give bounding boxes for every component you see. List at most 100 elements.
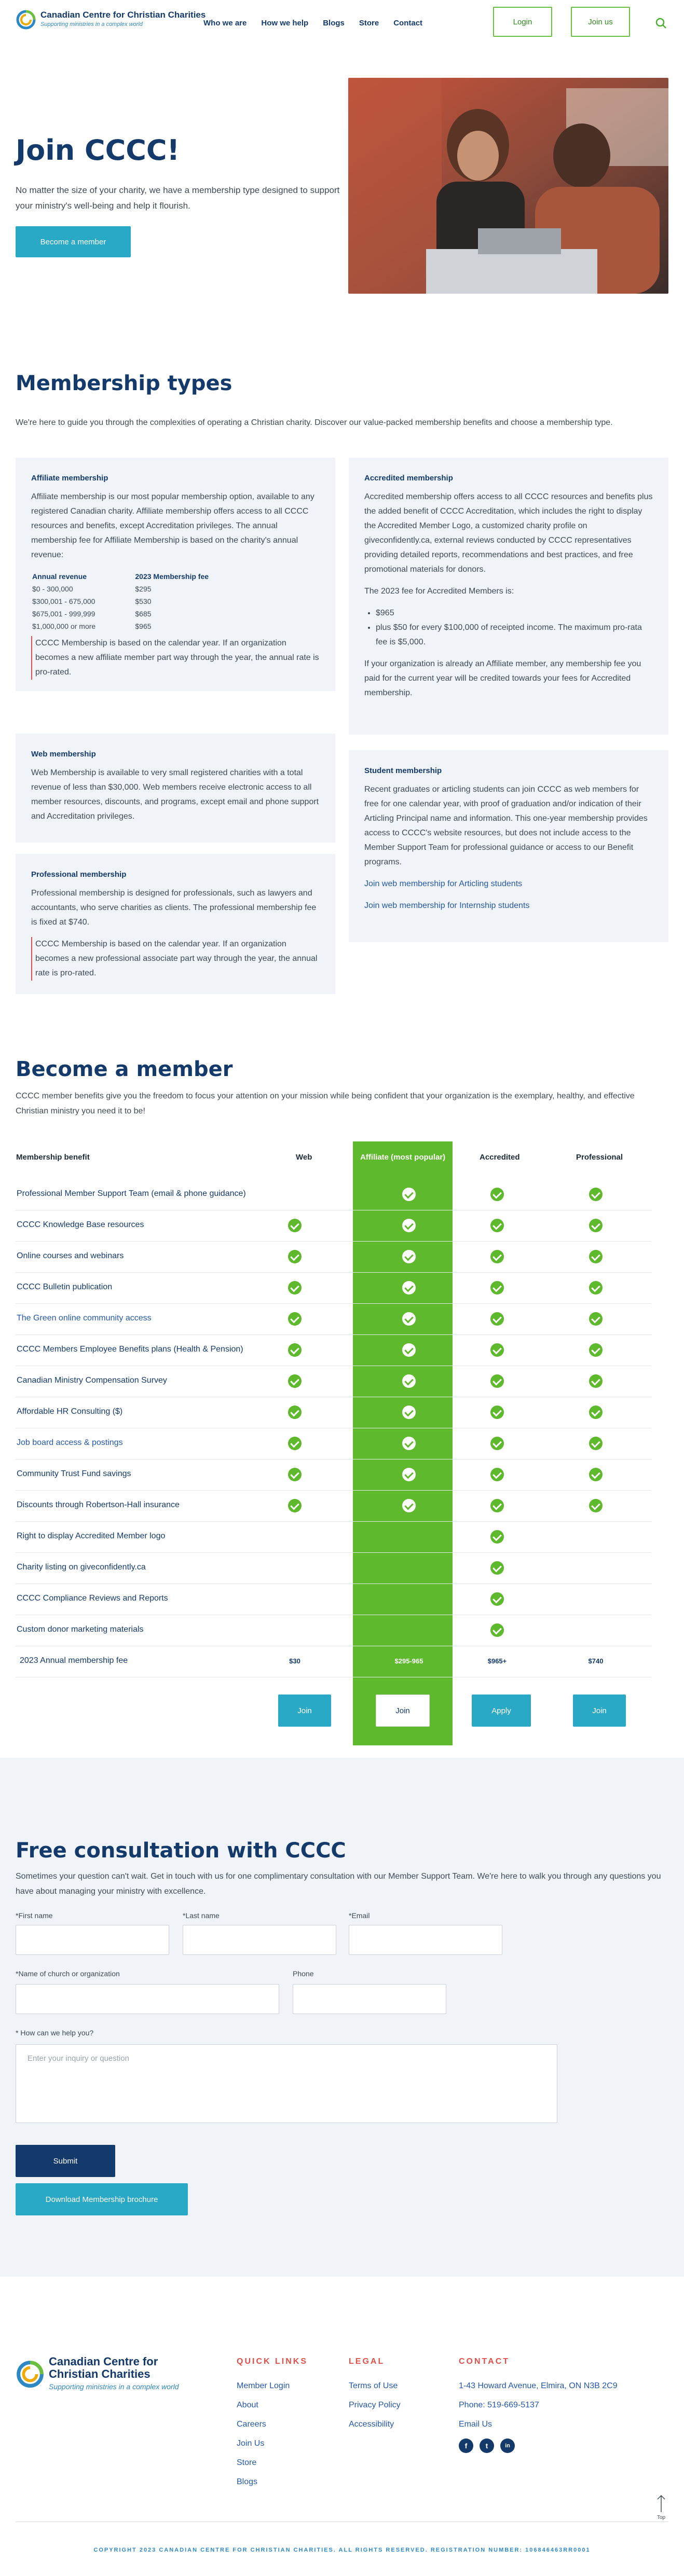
check-icon xyxy=(490,1219,504,1232)
benefit-label: CCCC Compliance Reviews and Reports xyxy=(17,1594,168,1603)
footer-link-accessibility[interactable]: Accessibility xyxy=(349,2415,401,2434)
join-professional-button[interactable]: Join xyxy=(573,1695,626,1727)
check-icon xyxy=(402,1468,416,1481)
linkedin-icon[interactable]: in xyxy=(500,2439,515,2453)
arrow-up-icon xyxy=(657,2495,665,2512)
affiliate-note: CCCC Membership is based on the calendar… xyxy=(31,636,320,680)
check-icon xyxy=(288,1468,302,1481)
affiliate-text: Affiliate membership is our most popular… xyxy=(31,492,314,559)
table-row: $675,001 - 999,999 $685 xyxy=(32,610,152,618)
join-web-button[interactable]: Join xyxy=(278,1695,331,1727)
quick-links: Member Login About Careers Join Us Store… xyxy=(237,2376,290,2491)
footer-email-link[interactable]: Email Us xyxy=(459,2415,618,2434)
professional-text: Professional membership is designed for … xyxy=(31,889,317,927)
fee-col-revenue: Annual revenue xyxy=(32,572,87,581)
benefit-label[interactable]: Job board access & postings xyxy=(17,1438,123,1448)
professional-card: Professional membership Professional mem… xyxy=(16,854,335,994)
phone-input[interactable] xyxy=(293,1984,446,2014)
join-us-button[interactable]: Join us xyxy=(571,7,630,37)
site-header: Canadian Centre for Christian Charities … xyxy=(0,0,684,46)
nav-how-we-help[interactable]: How we help xyxy=(261,19,308,27)
accredited-note: If your organization is already an Affil… xyxy=(364,659,641,697)
footer-link-careers[interactable]: Careers xyxy=(237,2415,290,2434)
footer-link-privacy[interactable]: Privacy Policy xyxy=(349,2395,401,2415)
become-member-button[interactable]: Become a member xyxy=(16,226,131,257)
professional-note: CCCC Membership is based on the calendar… xyxy=(31,937,320,981)
email-field[interactable] xyxy=(349,1925,502,1955)
nav-who-we-are[interactable]: Who we are xyxy=(203,19,247,27)
hero-title: Join CCCC! xyxy=(16,134,180,167)
check-icon xyxy=(589,1437,603,1450)
inquiry-textarea[interactable]: Enter your inquiry or question xyxy=(16,2044,557,2123)
affiliate-card: Affiliate membership Affiliate membershi… xyxy=(16,458,335,691)
footer-logo[interactable]: Canadian Centre for Christian Charities S… xyxy=(16,2355,179,2393)
legal-links: Terms of Use Privacy Policy Accessibilit… xyxy=(349,2376,401,2434)
check-icon xyxy=(402,1312,416,1326)
facebook-icon[interactable]: f xyxy=(459,2439,473,2453)
become-member-lead: CCCC member benefits give you the freedo… xyxy=(16,1092,635,1115)
check-icon xyxy=(490,1623,504,1637)
col-header-benefit: Membership benefit xyxy=(16,1153,90,1162)
logo-name: Canadian Centre for Christian Charities xyxy=(40,10,206,20)
student-card: Student membership Recent graduates or a… xyxy=(349,750,668,942)
footer-link-about[interactable]: About xyxy=(237,2395,290,2415)
quick-links-heading: QUICK LINKS xyxy=(237,2357,308,2366)
check-icon xyxy=(402,1343,416,1357)
check-icon xyxy=(490,1499,504,1512)
footer-link-join-us[interactable]: Join Us xyxy=(237,2434,290,2453)
check-icon xyxy=(490,1374,504,1388)
benefit-label[interactable]: The Green online community access xyxy=(17,1314,152,1323)
check-icon xyxy=(402,1437,416,1450)
accredited-title: Accredited membership xyxy=(364,474,453,483)
church-label: *Name of church or organization xyxy=(16,1969,120,1978)
join-affiliate-button[interactable]: Join xyxy=(376,1695,430,1727)
benefit-label: Charity listing on giveconfidently.ca xyxy=(17,1563,146,1572)
nav-blogs[interactable]: Blogs xyxy=(323,19,345,27)
legal-heading: LEGAL xyxy=(349,2357,385,2366)
twitter-icon[interactable]: t xyxy=(480,2439,494,2453)
check-icon xyxy=(288,1312,302,1326)
submit-button[interactable]: Submit xyxy=(16,2145,115,2177)
benefit-label: CCCC Bulletin publication xyxy=(17,1283,113,1291)
footer-link-blogs[interactable]: Blogs xyxy=(237,2472,290,2491)
accredited-card: Accredited membership Accredited members… xyxy=(349,458,668,735)
download-brochure-button[interactable]: Download Membership brochure xyxy=(16,2183,188,2215)
footer-address: 1-43 Howard Avenue, Elmira, ON N3B 2C9 xyxy=(459,2381,618,2390)
check-icon xyxy=(589,1188,603,1201)
hero-text: No matter the size of your charity, we h… xyxy=(16,185,340,211)
benefit-label: Custom donor marketing materials xyxy=(17,1625,144,1634)
membership-types-title: Membership types xyxy=(16,371,232,395)
check-icon xyxy=(490,1188,504,1201)
nav-contact[interactable]: Contact xyxy=(393,19,422,27)
membership-types-lead: We're here to guide you through the comp… xyxy=(16,418,613,427)
internship-students-link[interactable]: Join web membership for Internship stude… xyxy=(364,899,653,913)
first-name-input[interactable] xyxy=(16,1925,169,1955)
benefit-label: Professional Member Support Team (email … xyxy=(17,1189,246,1198)
footer-phone[interactable]: Phone: 519-669-5137 xyxy=(459,2395,618,2415)
check-icon xyxy=(288,1406,302,1419)
student-text: Recent graduates or articling students c… xyxy=(364,785,648,866)
back-to-top[interactable]: Top xyxy=(655,2495,667,2520)
last-name-input[interactable] xyxy=(183,1925,336,1955)
footer-link-terms[interactable]: Terms of Use xyxy=(349,2376,401,2395)
check-icon xyxy=(490,1561,504,1575)
consultation-title: Free consultation with CCCC xyxy=(16,1839,346,1863)
check-icon xyxy=(402,1250,416,1263)
become-member-title: Become a member xyxy=(16,1057,233,1081)
church-input[interactable] xyxy=(16,1984,279,2014)
student-title: Student membership xyxy=(364,766,442,775)
table-row: Canadian Ministry Compensation Survey xyxy=(16,1366,651,1397)
apply-accredited-button[interactable]: Apply xyxy=(472,1695,531,1727)
articling-students-link[interactable]: Join web membership for Articling studen… xyxy=(364,877,653,891)
footer-link-store[interactable]: Store xyxy=(237,2453,290,2472)
table-row: Job board access & postings xyxy=(16,1428,651,1459)
table-row: Discounts through Robertson-Hall insuran… xyxy=(16,1490,651,1522)
benefit-label: Canadian Ministry Compensation Survey xyxy=(17,1376,167,1385)
nav-store[interactable]: Store xyxy=(359,19,379,27)
login-button[interactable]: Login xyxy=(493,7,552,37)
check-icon xyxy=(490,1406,504,1419)
accredited-text: Accredited membership offers access to a… xyxy=(364,492,653,574)
site-logo[interactable]: Canadian Centre for Christian Charities … xyxy=(16,9,206,30)
search-icon[interactable] xyxy=(655,18,667,29)
footer-link-member-login[interactable]: Member Login xyxy=(237,2376,290,2395)
